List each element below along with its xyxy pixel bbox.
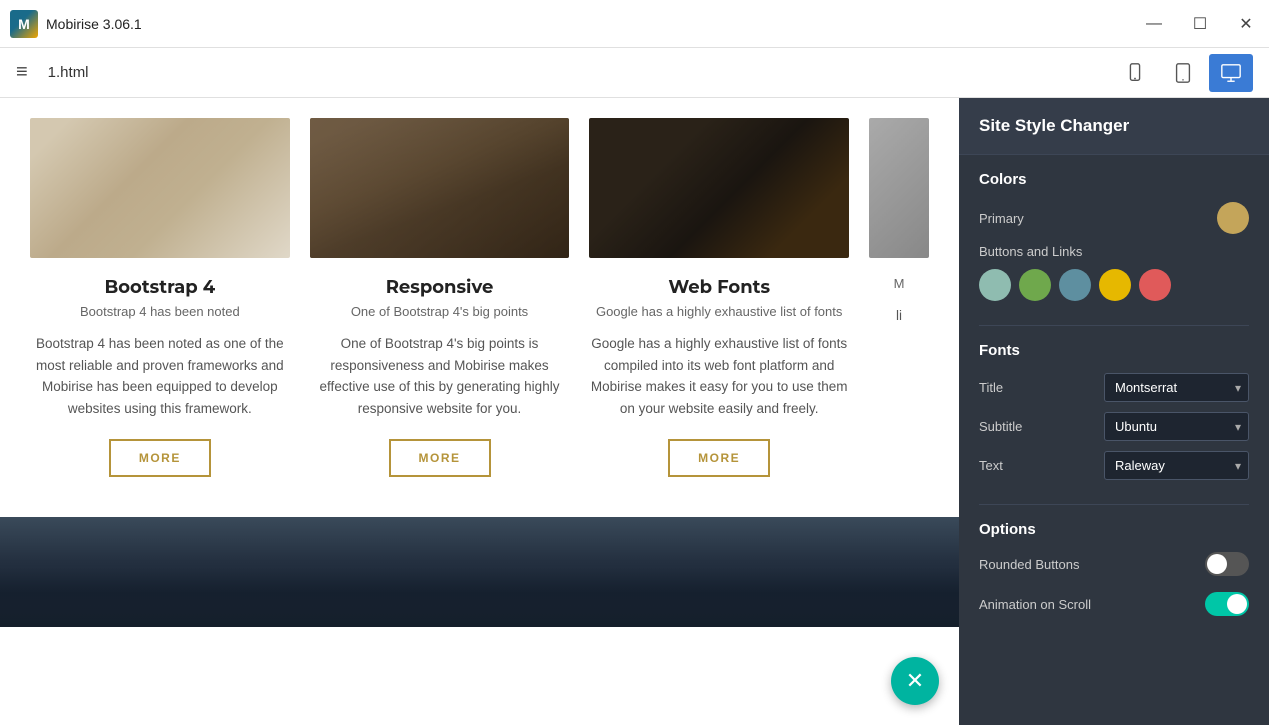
tablet-icon [1172, 62, 1194, 84]
card-bootstrap: Bootstrap 4 Bootstrap 4 has been noted B… [30, 118, 290, 477]
subtitle-font-select[interactable]: Ubuntu Roboto Lato [1104, 412, 1249, 441]
card-webfonts-body: Google has a highly exhaustive list of f… [589, 333, 849, 419]
desktop-icon [1220, 62, 1242, 84]
app-logo-letter: M [18, 16, 30, 32]
card-partial-subtitle: M [894, 276, 905, 291]
cards-section: Bootstrap 4 Bootstrap 4 has been noted B… [0, 98, 959, 517]
card-partial: M li [869, 118, 929, 477]
title-font-label: Title [979, 380, 1003, 395]
maximize-button[interactable]: ☐ [1177, 0, 1223, 48]
rounded-buttons-toggle[interactable] [1205, 552, 1249, 576]
subtitle-font-row: Subtitle Ubuntu Roboto Lato [979, 412, 1249, 441]
hamburger-icon[interactable]: ≡ [16, 61, 28, 84]
app-title: Mobirise 3.06.1 [46, 16, 142, 32]
app-logo: M [10, 10, 38, 38]
animation-scroll-toggle[interactable] [1205, 592, 1249, 616]
titlebar: M Mobirise 3.06.1 — ☐ ✕ [0, 0, 1269, 48]
color-swatch-4[interactable] [1099, 269, 1131, 301]
card-bootstrap-image [30, 118, 290, 258]
card-responsive: Responsive One of Bootstrap 4's big poin… [310, 118, 570, 477]
card-bootstrap-title: Bootstrap 4 [105, 276, 216, 298]
fab-icon: ✕ [906, 668, 924, 694]
colors-section: Colors Primary Buttons and Links [979, 171, 1249, 301]
color-swatch-5[interactable] [1139, 269, 1171, 301]
fab-button[interactable]: ✕ [891, 657, 939, 705]
text-font-row: Text Raleway Roboto Lato [979, 451, 1249, 480]
subtitle-font-wrap: Ubuntu Roboto Lato [1104, 412, 1249, 441]
text-font-wrap: Raleway Roboto Lato [1104, 451, 1249, 480]
device-buttons [1113, 54, 1253, 92]
card-responsive-btn[interactable]: MORE [389, 439, 491, 477]
card-webfonts: Web Fonts Google has a highly exhaustive… [589, 118, 849, 477]
title-font-select[interactable]: Montserrat Roboto Open Sans [1104, 373, 1249, 402]
card-responsive-title: Responsive [386, 276, 494, 298]
minimize-button[interactable]: — [1131, 0, 1177, 48]
card-webfonts-btn[interactable]: MORE [668, 439, 770, 477]
color-swatch-1[interactable] [979, 269, 1011, 301]
text-font-select[interactable]: Raleway Roboto Lato [1104, 451, 1249, 480]
card-bootstrap-btn[interactable]: MORE [109, 439, 211, 477]
buttons-links-label: Buttons and Links [979, 244, 1082, 259]
options-title: Options [979, 521, 1249, 538]
card-webfonts-image [589, 118, 849, 258]
close-button[interactable]: ✕ [1223, 0, 1269, 48]
color-swatches [979, 269, 1249, 301]
animation-scroll-label: Animation on Scroll [979, 597, 1091, 612]
titlebar-left: M Mobirise 3.06.1 [10, 10, 142, 38]
card-bootstrap-subtitle: Bootstrap 4 has been noted [80, 304, 240, 319]
primary-label: Primary [979, 211, 1024, 226]
buttons-links-row: Buttons and Links [979, 244, 1249, 259]
text-font-label: Text [979, 458, 1003, 473]
divider-1 [979, 325, 1249, 326]
device-desktop-button[interactable] [1209, 54, 1253, 92]
panel-body: Colors Primary Buttons and Links [959, 155, 1269, 656]
card-responsive-image [310, 118, 570, 258]
color-swatch-3[interactable] [1059, 269, 1091, 301]
file-name: 1.html [48, 64, 1103, 81]
animation-scroll-row: Animation on Scroll [979, 592, 1249, 616]
divider-2 [979, 504, 1249, 505]
titlebar-controls: — ☐ ✕ [1131, 0, 1269, 48]
options-section: Options Rounded Buttons Animation on Scr… [979, 521, 1249, 616]
card-bootstrap-body: Bootstrap 4 has been noted as one of the… [30, 333, 290, 419]
device-tablet-button[interactable] [1161, 54, 1205, 92]
fonts-section: Fonts Title Montserrat Roboto Open Sans … [979, 342, 1249, 480]
color-swatch-2[interactable] [1019, 269, 1051, 301]
animation-scroll-knob [1227, 594, 1247, 614]
rounded-buttons-knob [1207, 554, 1227, 574]
colors-title: Colors [979, 171, 1249, 188]
main-area: Bootstrap 4 Bootstrap 4 has been noted B… [0, 98, 1269, 725]
primary-row: Primary [979, 202, 1249, 234]
content-area: Bootstrap 4 Bootstrap 4 has been noted B… [0, 98, 959, 725]
mobile-icon [1124, 62, 1146, 84]
toolbar: ≡ 1.html [0, 48, 1269, 98]
title-font-wrap: Montserrat Roboto Open Sans [1104, 373, 1249, 402]
side-panel: Site Style Changer Colors Primary Button… [959, 98, 1269, 725]
card-webfonts-title: Web Fonts [668, 276, 770, 298]
scenic-section [0, 517, 959, 627]
primary-color-swatch[interactable] [1217, 202, 1249, 234]
card-responsive-body: One of Bootstrap 4's big points is respo… [310, 333, 570, 419]
panel-header: Site Style Changer [959, 98, 1269, 155]
rounded-buttons-row: Rounded Buttons [979, 552, 1249, 576]
card-responsive-subtitle: One of Bootstrap 4's big points [351, 304, 528, 319]
title-font-row: Title Montserrat Roboto Open Sans [979, 373, 1249, 402]
card-webfonts-subtitle: Google has a highly exhaustive list of f… [596, 304, 842, 319]
card-partial-image [869, 118, 929, 258]
fonts-title: Fonts [979, 342, 1249, 359]
subtitle-font-label: Subtitle [979, 419, 1022, 434]
rounded-buttons-label: Rounded Buttons [979, 557, 1079, 572]
card-partial-body: li [896, 305, 902, 457]
device-mobile-button[interactable] [1113, 54, 1157, 92]
